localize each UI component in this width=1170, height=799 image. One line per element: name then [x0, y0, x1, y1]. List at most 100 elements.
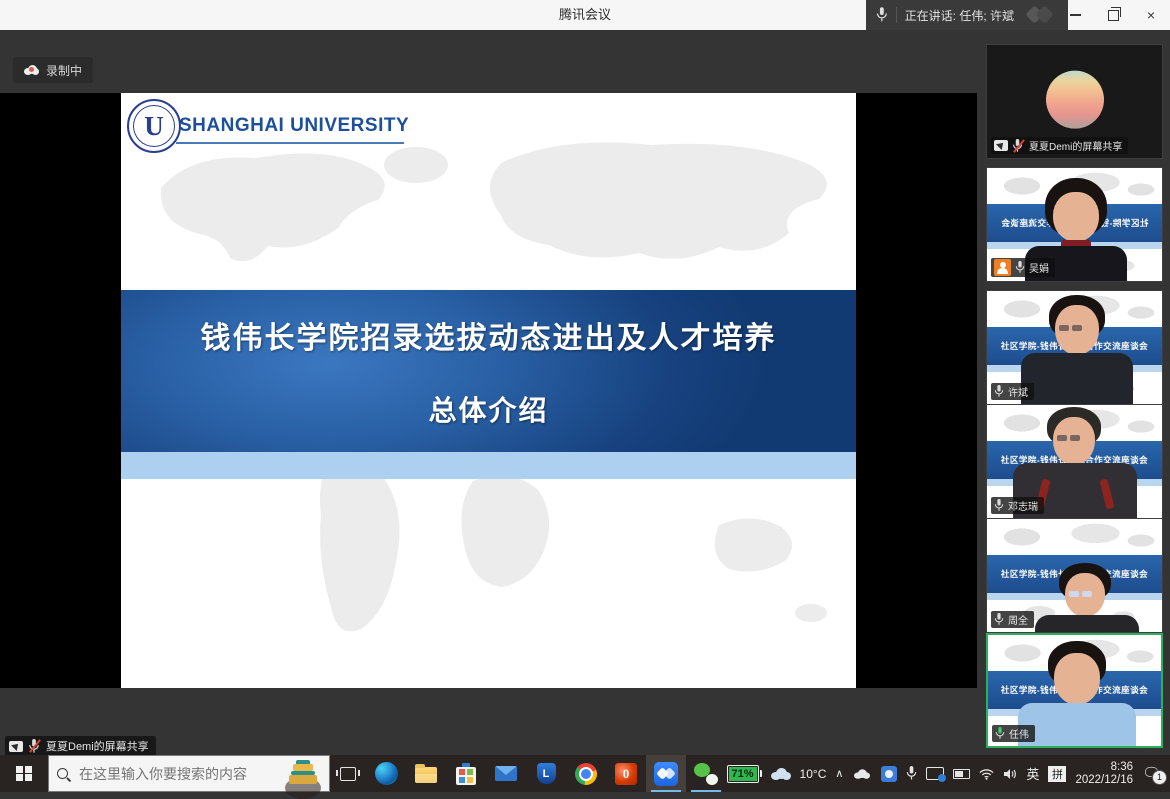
mic-icon: [994, 499, 1004, 512]
university-name: SHANGHAI UNIVERSITY: [179, 115, 409, 137]
ime-language-indicator[interactable]: 英: [1026, 764, 1039, 783]
taskbar-app-wechat[interactable]: [686, 755, 726, 792]
speaker-icon[interactable]: [1003, 768, 1017, 780]
task-view-icon: [340, 767, 356, 781]
tencent-meeting-logo-icon: [1024, 5, 1058, 25]
screen-share-icon: [994, 140, 1008, 151]
presentation-slide: U SHANGHAI UNIVERSITY 钱伟长学院招录选拔动态进出及人才培养…: [121, 93, 856, 688]
screen: { "window": { "title": "腾讯会议", "speaking…: [0, 0, 1170, 792]
ime-mode-indicator[interactable]: 拼: [1048, 766, 1066, 782]
office-icon: 0: [615, 763, 637, 785]
taskbar-apps: L 0: [366, 755, 726, 792]
participant-tile[interactable]: 社区学院-钱伟长学院合作交流座谈会 许斌: [986, 290, 1163, 405]
mic-active-icon: [995, 727, 1005, 740]
participant-name-chip: 周全: [991, 611, 1034, 628]
chrome-icon: [575, 763, 597, 785]
participant-tile[interactable]: 社区学院-钱伟长学院合作交流座谈会 周全: [986, 518, 1163, 633]
participant-name: 任伟: [1009, 726, 1029, 741]
windows-logo-icon: [16, 766, 32, 782]
wechat-icon: [694, 763, 718, 785]
speaking-indicator: 正在讲话: 任伟; 许斌: [866, 0, 1068, 30]
screen-share-text: 夏夏Demi的屏幕共享: [46, 738, 149, 754]
participant-name-chip: 许斌: [991, 383, 1034, 400]
notification-count-badge: 1: [1152, 770, 1167, 785]
speaking-label: 正在讲话: 任伟; 许斌: [905, 7, 1014, 24]
file-explorer-icon: [415, 767, 437, 783]
security-shield-icon: L: [537, 763, 556, 784]
microsoft-store-icon: [456, 767, 476, 785]
avatar: [1046, 70, 1104, 128]
mic-icon: [1015, 261, 1025, 274]
minimize-icon: [1070, 14, 1081, 16]
participant-tile[interactable]: 社区学院-钱伟长学院合作交流座谈会 邓志瑞: [986, 404, 1163, 519]
mail-icon: [495, 766, 517, 781]
participant-name: 许斌: [1008, 384, 1028, 399]
tray-overflow-chevron-icon[interactable]: ∧: [835, 767, 843, 780]
divider: [896, 7, 897, 23]
participant-name: 邓志瑞: [1008, 498, 1038, 513]
start-button[interactable]: [0, 755, 48, 792]
window-controls: ×: [1056, 0, 1170, 30]
university-logo-block: U SHANGHAI UNIVERSITY: [125, 98, 525, 158]
search-input[interactable]: [77, 765, 271, 783]
participant-name-chip: 邓志瑞: [991, 497, 1044, 514]
taskbar-app-tencent-meeting[interactable]: [646, 755, 686, 792]
participant-tile-active-speaker[interactable]: 社区学院-钱伟长学院合作交流座谈会 任伟: [986, 633, 1163, 748]
restore-button[interactable]: [1094, 0, 1132, 30]
taskbar-app-file-explorer[interactable]: [406, 755, 446, 792]
system-tray: 71% 10°C ∧ 英 拼 8:36 2022/12/16 🗨 1: [727, 755, 1170, 792]
close-button[interactable]: ×: [1132, 0, 1170, 30]
temperature-label[interactable]: 10°C: [800, 767, 827, 781]
participant-tile-screen-share[interactable]: 夏夏Demi的屏幕共享: [986, 44, 1163, 159]
minimize-button[interactable]: [1056, 0, 1094, 30]
participant-name-chip: 吴娟: [991, 258, 1055, 277]
screen-share-icon: [9, 741, 23, 752]
participant-name-chip: 夏夏Demi的屏幕共享: [991, 137, 1128, 154]
mic-icon: [994, 613, 1004, 626]
cloud-record-icon: [24, 65, 39, 75]
taskbar-app-chrome[interactable]: [566, 755, 606, 792]
slide-title-line2: 总体介绍: [428, 389, 548, 429]
shanghai-university-emblem-icon: U: [127, 99, 181, 153]
restore-icon: [1108, 10, 1119, 21]
search-icon: [57, 768, 68, 779]
wifi-icon[interactable]: [979, 768, 994, 780]
task-view-button[interactable]: [330, 755, 366, 792]
title-bar: 腾讯会议 正在讲话: 任伟; 许斌 ×: [0, 0, 1170, 31]
taskbar-app-edge[interactable]: [366, 755, 406, 792]
participant-name-chip: 任伟: [992, 725, 1035, 742]
cloud-sync-icon[interactable]: [854, 769, 870, 779]
windows-taskbar: L 0 71% 10°C ∧ 英 拼 8:36 2022/12/16 🗨 1: [0, 755, 1170, 792]
search-highlight-temple-icon[interactable]: [283, 757, 323, 791]
logo-underline: [176, 142, 404, 144]
battery-tray-icon[interactable]: [953, 769, 970, 779]
taskbar-app-office[interactable]: 0: [606, 755, 646, 792]
microphone-icon: [876, 7, 888, 23]
recording-badge[interactable]: 录制中: [13, 57, 93, 83]
tray-app-icon[interactable]: [881, 766, 897, 782]
clock-time: 8:36: [1111, 761, 1133, 774]
tray-microphone-icon[interactable]: [906, 766, 917, 781]
weather-cloud-icon[interactable]: [771, 768, 791, 780]
screen-share-label: 夏夏Demi的屏幕共享: [5, 736, 156, 756]
action-center-button[interactable]: 🗨 1: [1142, 764, 1164, 784]
taskbar-clock[interactable]: 8:36 2022/12/16: [1075, 761, 1133, 787]
taskbar-app-mail[interactable]: [486, 755, 526, 792]
display-cast-icon[interactable]: [926, 767, 944, 780]
participant-name: 夏夏Demi的屏幕共享: [1029, 138, 1122, 153]
muted-mic-icon: [28, 739, 41, 753]
tencent-meeting-icon: [654, 762, 678, 786]
recording-label: 录制中: [46, 62, 82, 79]
edge-icon: [375, 762, 398, 785]
slide-accent-strip: [121, 452, 856, 479]
taskbar-search-box[interactable]: [48, 755, 330, 792]
shared-screen-stage: U SHANGHAI UNIVERSITY 钱伟长学院招录选拔动态进出及人才培养…: [0, 93, 977, 688]
battery-percent: 71%: [729, 767, 757, 781]
participant-name: 吴娟: [1029, 260, 1049, 275]
participant-tile[interactable]: 社区学院-钱伟长学院合作交流座谈会 吴娟: [986, 167, 1163, 282]
taskbar-app-security[interactable]: L: [526, 755, 566, 792]
slide-title-line1: 钱伟长学院招录选拔动态进出及人才培养: [201, 313, 777, 357]
battery-percent-indicator[interactable]: 71%: [727, 765, 762, 783]
participant-name: 周全: [1008, 612, 1028, 627]
taskbar-app-store[interactable]: [446, 755, 486, 792]
